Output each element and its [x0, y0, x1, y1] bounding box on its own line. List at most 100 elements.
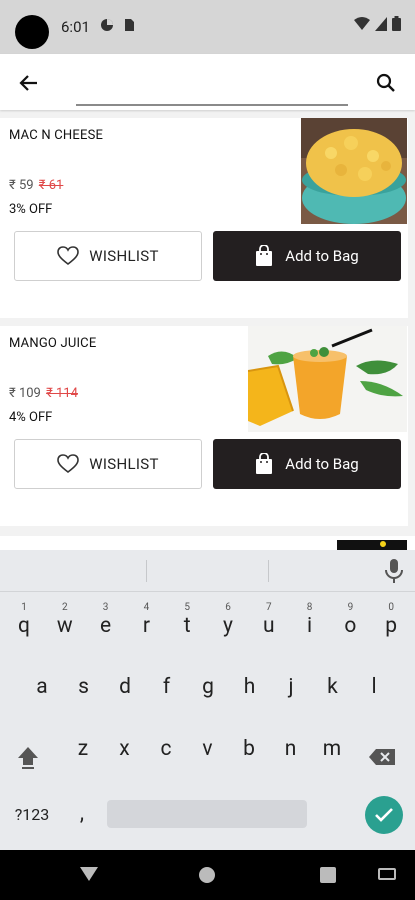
wishlist-button[interactable]: WISHLIST — [14, 231, 202, 281]
key-t[interactable]: 5t — [169, 600, 205, 646]
key-char: i — [307, 614, 313, 638]
key-p[interactable]: 0p — [373, 600, 409, 646]
key-d[interactable]: d — [107, 664, 143, 710]
key-char: w — [56, 614, 73, 638]
data-saver-icon — [101, 19, 113, 31]
signal-icon — [375, 16, 387, 31]
key-hint: 0 — [388, 602, 394, 613]
key-g[interactable]: g — [190, 664, 226, 710]
suggestion-divider — [146, 560, 147, 582]
back-button[interactable] — [14, 68, 44, 98]
shopping-bag-icon — [256, 453, 273, 474]
key-q[interactable]: 1q — [6, 600, 42, 646]
discount-label: 4% OFF — [9, 410, 53, 425]
shopping-bag-icon — [256, 245, 273, 266]
add-to-bag-label: Add to Bag — [285, 247, 359, 265]
product-name: MANGO JUICE — [9, 336, 97, 351]
soft-keyboard: 1q2w3e4r5t6y7u8i9o0p asdfghjkl zxcvbnm ?… — [0, 550, 415, 850]
status-bar: 6:01 — [0, 0, 415, 54]
symbols-key[interactable]: ?123 — [12, 791, 52, 837]
key-n[interactable]: n — [273, 726, 309, 772]
key-v[interactable]: v — [190, 726, 226, 772]
mango-juice-image — [248, 326, 407, 432]
key-c[interactable]: c — [148, 726, 184, 772]
wifi-icon — [354, 16, 370, 30]
key-char: y — [223, 614, 233, 638]
heart-outline-icon — [57, 454, 80, 474]
wishlist-label: WISHLIST — [89, 455, 159, 473]
key-hint: 3 — [102, 602, 109, 613]
search-input[interactable] — [76, 68, 348, 106]
camera-cutout — [15, 15, 49, 49]
shift-key[interactable] — [10, 734, 46, 780]
key-char: t — [183, 614, 191, 638]
key-o[interactable]: 9o — [332, 600, 368, 646]
mac-n-cheese-image — [301, 118, 407, 224]
suggestion-divider — [268, 560, 269, 582]
add-to-bag-button[interactable]: Add to Bag — [213, 439, 401, 489]
battery-icon — [392, 16, 401, 31]
checkmark-icon — [375, 808, 393, 822]
arrow-back-icon — [19, 75, 37, 91]
key-i[interactable]: 8i — [292, 600, 328, 646]
key-x[interactable]: x — [107, 726, 143, 772]
key-h[interactable]: h — [232, 664, 268, 710]
key-hint: 1 — [21, 602, 27, 613]
key-z[interactable]: z — [65, 726, 101, 772]
key-m[interactable]: m — [314, 726, 350, 772]
product-price: ₹ 109 — [9, 386, 41, 401]
comma-key[interactable]: , — [64, 791, 100, 837]
key-hint: 8 — [306, 602, 313, 613]
key-hint: 4 — [143, 602, 150, 613]
key-w[interactable]: 2w — [47, 600, 83, 646]
key-u[interactable]: 7u — [251, 600, 287, 646]
search-icon — [376, 73, 395, 92]
key-hint: 9 — [347, 602, 354, 613]
key-s[interactable]: s — [66, 664, 102, 710]
product-image-partial-detail — [380, 541, 386, 547]
key-char: q — [18, 614, 30, 638]
backspace-key[interactable] — [364, 734, 400, 780]
product-image[interactable] — [301, 118, 407, 224]
nav-home-button[interactable] — [199, 867, 215, 883]
key-char: o — [344, 614, 357, 638]
key-char: e — [100, 614, 112, 638]
nav-recents-button[interactable] — [320, 867, 336, 883]
product-card[interactable]: MAC N CHEESE ₹ 59 ₹ 61 3% OFF WISHLIST A… — [0, 118, 408, 318]
key-j[interactable]: j — [273, 664, 309, 710]
add-to-bag-label: Add to Bag — [285, 455, 359, 473]
key-e[interactable]: 3e — [88, 600, 124, 646]
enter-key[interactable] — [365, 796, 403, 834]
sim-card-icon — [125, 19, 134, 31]
key-char: p — [385, 614, 398, 638]
discount-label: 3% OFF — [9, 202, 53, 217]
space-key[interactable] — [107, 800, 307, 828]
key-f[interactable]: f — [149, 664, 185, 710]
wishlist-button[interactable]: WISHLIST — [14, 439, 202, 489]
key-r[interactable]: 4r — [128, 600, 164, 646]
status-time: 6:01 — [61, 18, 90, 36]
microphone-icon[interactable] — [383, 558, 405, 584]
price-row: ₹ 109 ₹ 114 — [9, 386, 78, 401]
product-name: MAC N CHEESE — [9, 128, 104, 143]
key-y[interactable]: 6y — [210, 600, 246, 646]
key-l[interactable]: l — [356, 664, 392, 710]
add-to-bag-button[interactable]: Add to Bag — [213, 231, 401, 281]
suggestion-strip — [0, 550, 415, 592]
shift-arrow-icon — [18, 747, 38, 769]
nav-back-button[interactable] — [80, 867, 98, 881]
search-button[interactable] — [371, 68, 401, 98]
product-image-partial — [337, 540, 407, 550]
heart-outline-icon — [57, 246, 80, 266]
key-k[interactable]: k — [315, 664, 351, 710]
product-image[interactable] — [248, 326, 407, 432]
key-a[interactable]: a — [24, 664, 60, 710]
backspace-icon — [369, 749, 395, 765]
key-char: r — [142, 614, 150, 638]
key-char: u — [263, 614, 275, 638]
key-hint: 6 — [225, 602, 231, 613]
keyboard-switch-icon[interactable] — [378, 868, 396, 880]
key-b[interactable]: b — [231, 726, 267, 772]
product-card[interactable]: MANGO JUICE ₹ 109 ₹ 114 4% OFF WISHLIST … — [0, 326, 408, 526]
key-hint: 2 — [61, 602, 68, 613]
